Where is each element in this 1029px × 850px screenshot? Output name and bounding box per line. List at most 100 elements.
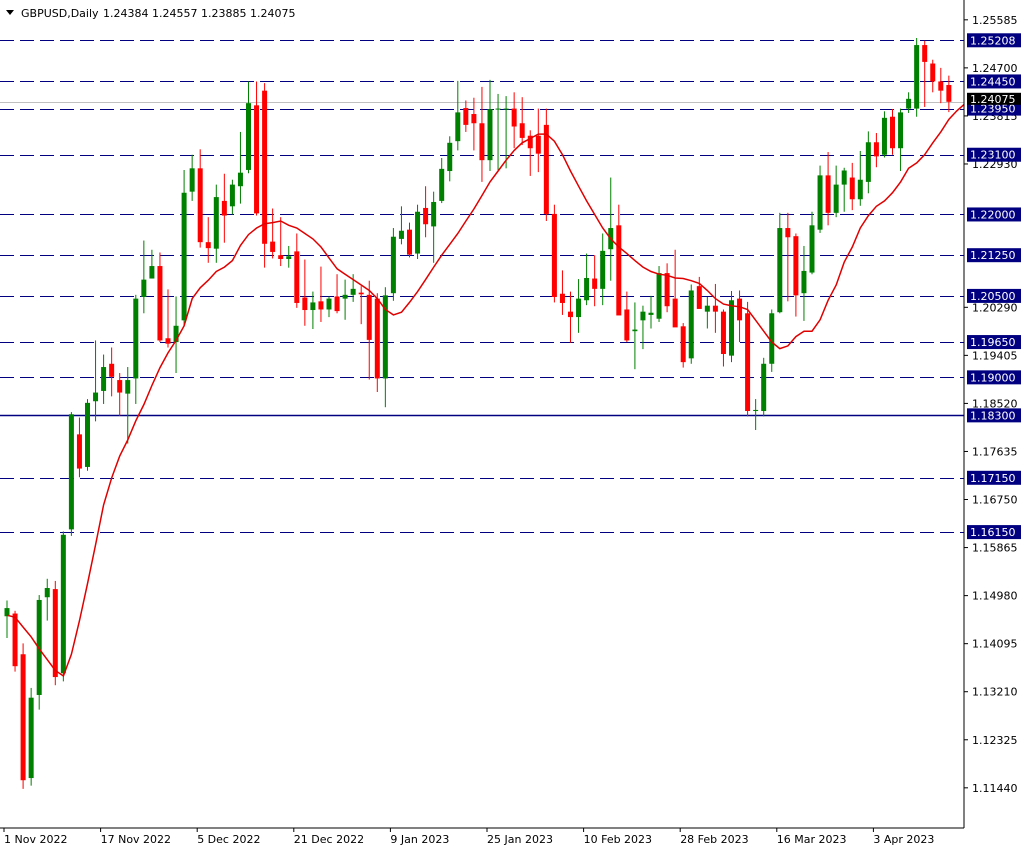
price-tick-label: 1.13210 [972,686,1018,699]
candle-body [817,175,823,230]
symbol-timeframe: GBPUSD,Daily [21,7,99,20]
candle [390,228,396,301]
time-tick-label: 10 Feb 2023 [584,833,652,846]
candle-body [447,142,453,172]
candle-body [825,175,831,213]
candle-body [431,201,437,227]
candle-body [785,228,791,238]
candle-body [109,363,115,377]
candle-body [535,135,541,154]
candle-body [890,116,895,149]
level-label-text: 1.22000 [970,208,1016,221]
candle-body [938,81,944,91]
candle-body [101,367,107,391]
candle-body [511,108,517,127]
candle-body [68,414,74,530]
candle-body [584,277,590,301]
candle [28,687,34,786]
candle-body [479,123,485,161]
candle-body [624,309,630,341]
price-tick-label: 1.20290 [972,301,1018,314]
candle-body [181,192,187,321]
candle-body [946,85,952,102]
price-tick-label: 1.25585 [972,14,1018,27]
candle-body [342,294,348,299]
candle-body [310,302,316,311]
candle-body [729,300,734,356]
candle-body [906,98,912,109]
candle-body [262,90,268,244]
time-tick-label: 17 Nov 2022 [101,833,171,846]
candle-body [543,124,549,214]
candle-body [286,256,292,259]
level-label-text: 1.19000 [970,371,1016,384]
candle-body [93,392,99,402]
time-tick-label: 28 Feb 2023 [680,833,748,846]
candle-body [270,241,276,252]
candle-body [350,288,356,295]
candle-body [221,200,227,216]
time-tick-label: 3 Apr 2023 [873,833,934,846]
candle-body [761,363,767,412]
candle-body [20,654,26,781]
price-tick-label: 1.16750 [972,494,1018,507]
price-tick-label: 1.14980 [972,590,1018,603]
candle-body [52,589,58,678]
candle-body [809,225,815,273]
ohlc-values: 1.24384 1.24557 1.23885 1.24075 [103,7,295,20]
candle-body [334,296,340,312]
level-label-text: 1.21250 [970,249,1016,262]
candle-body [278,255,284,259]
candle-body [568,311,573,318]
candle [761,357,767,417]
candle [688,284,694,364]
candle-body [358,292,364,295]
candle-body [189,168,195,192]
candle-body [922,45,928,62]
price-tick-label: 1.15865 [972,542,1018,555]
candle [262,83,268,268]
candle [817,165,823,233]
level-label-text: 1.25208 [970,34,1016,47]
candle-body [680,326,686,363]
candle-body [648,312,654,315]
candle-body [519,123,525,138]
price-tick-label: 1.17635 [972,445,1018,458]
current-price-label: 1.24075 [967,92,1021,106]
candle-body [302,297,308,311]
candle-body [495,108,501,110]
candle-body [487,109,493,161]
candle [881,111,887,158]
candle-body [197,168,203,243]
candle [729,291,734,363]
time-tick-label: 21 Dec 2022 [294,833,364,846]
candle-body [656,273,662,319]
price-tick-label: 1.11440 [972,782,1018,795]
time-tick-label: 9 Jan 2023 [390,833,449,846]
candle-body [44,588,50,598]
price-tick-label: 1.24700 [972,62,1018,75]
candle-body [930,63,936,82]
candle-body [455,112,461,142]
candle-body [576,298,582,318]
candle-body [229,184,235,207]
candle-body [914,45,920,109]
candle-body [439,168,445,201]
candle [680,323,686,368]
candle-body [141,279,147,297]
candle-body [471,114,477,124]
candle-body [696,286,702,309]
candle-body [407,229,412,255]
candle-body [551,213,557,297]
candle-body [592,278,598,289]
candle-body [881,117,887,155]
candle-body [157,266,163,341]
candle [374,293,380,393]
candlestick-chart: 1.255851.247001.238151.229301.202901.194… [0,0,1029,850]
level-label-text: 1.16150 [970,526,1016,539]
candle-body [616,225,622,316]
time-tick-label: 16 Mar 2023 [777,833,847,846]
candle-body [833,184,839,213]
level-label-text: 1.19650 [970,336,1016,349]
candle-body [85,402,90,467]
